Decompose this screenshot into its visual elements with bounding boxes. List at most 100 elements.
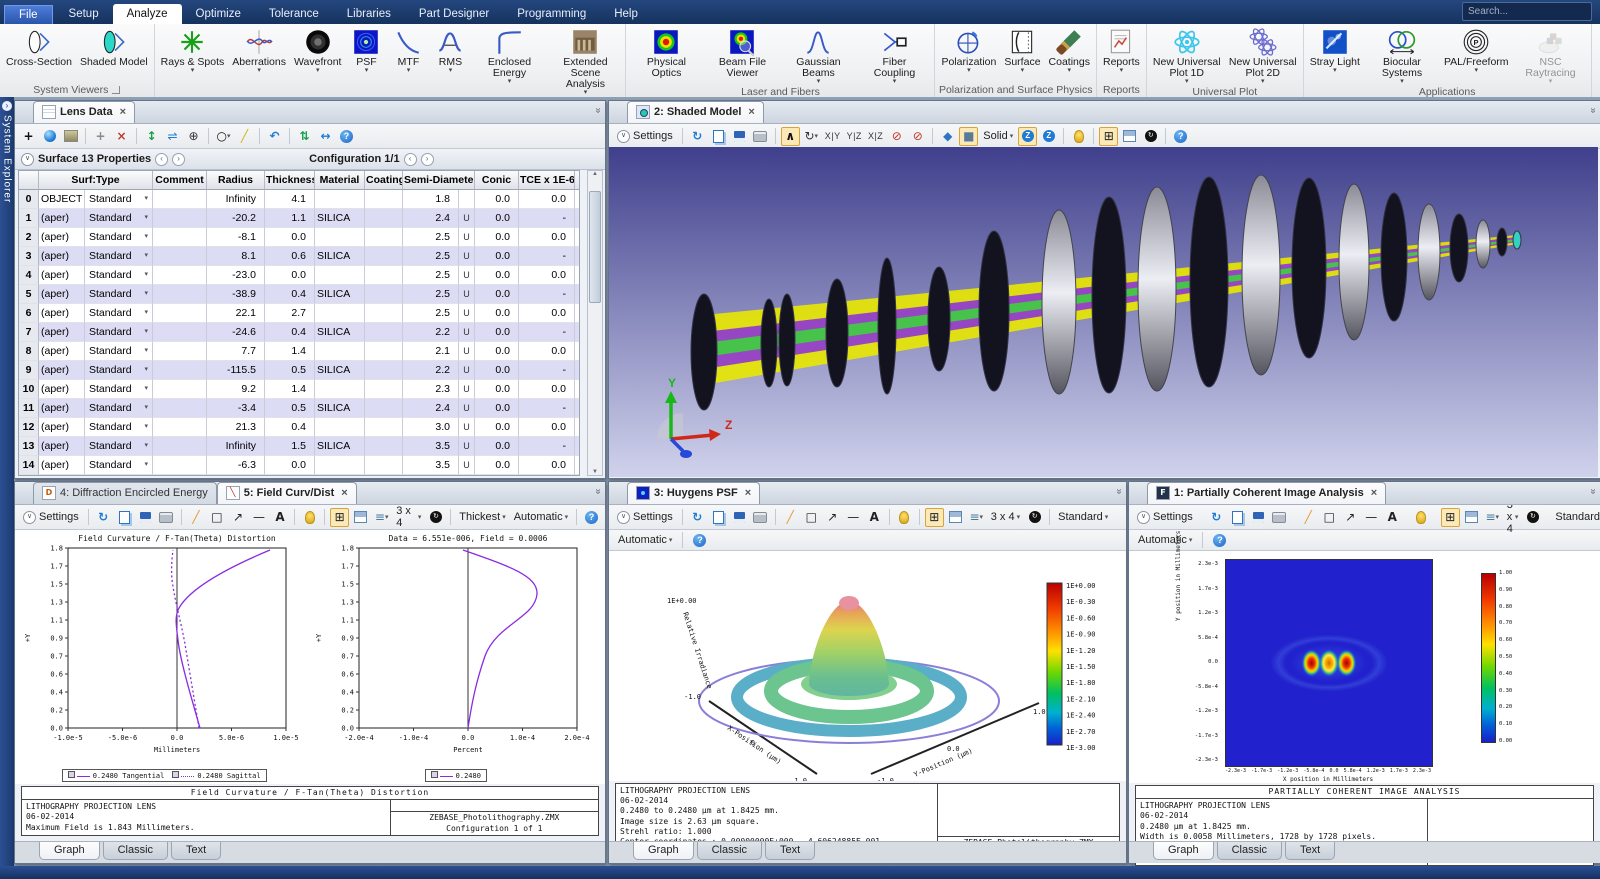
overlay-series-icon[interactable]: ≡ ▾	[1483, 508, 1502, 527]
coating-cell[interactable]	[365, 247, 403, 266]
global-coordinates-icon[interactable]	[40, 127, 59, 146]
rectangle-annotate-icon[interactable]: □	[1320, 508, 1339, 527]
semi-diameter-cell[interactable]: 2.4	[403, 209, 459, 228]
radius-cell[interactable]: 21.3	[207, 418, 265, 437]
close-icon[interactable]: ×	[341, 487, 347, 499]
coating-cell[interactable]	[365, 190, 403, 209]
move-surface-icon[interactable]: +	[19, 127, 38, 146]
conic-cell[interactable]: 0.0	[475, 323, 519, 342]
view-yz-button[interactable]: Y|Z	[845, 130, 864, 142]
surface-type-select[interactable]: Standard ▾	[85, 285, 153, 304]
render-mode-select[interactable]: Solid ▾	[980, 130, 1016, 142]
material-cell[interactable]: SILICA	[315, 399, 365, 418]
ribbon-item-new-universal-plot-2d[interactable]: New Universal Plot 2D ▾	[1225, 26, 1301, 86]
ribbon-item-extended-scene-analysis[interactable]: Extended Scene Analysis ▾	[547, 26, 623, 97]
material-cell[interactable]: SILICA	[315, 247, 365, 266]
surface-name-cell[interactable]: (aper)	[39, 266, 85, 285]
window-grid-icon[interactable]: ⊞	[330, 507, 350, 527]
semi-diameter-flag-cell[interactable]: U	[459, 285, 475, 304]
column-header-material[interactable]: Material	[315, 171, 365, 190]
ribbon-item-pal-freeform[interactable]: P PAL/Freeform ▾	[1440, 26, 1513, 75]
radius-cell[interactable]: Infinity	[207, 437, 265, 456]
insert-surface-icon[interactable]: +	[91, 127, 110, 146]
line-annotate-icon[interactable]: —	[249, 508, 268, 527]
auto-update-icon[interactable]: ↻	[426, 508, 445, 527]
pencil-annotate-icon[interactable]: ╱	[186, 508, 205, 527]
conic-cell[interactable]: 0.0	[475, 304, 519, 323]
lens-data-table[interactable]: Surf:Type Comment Radius Thickness Material C…	[18, 170, 580, 476]
semi-diameter-flag-cell[interactable]	[459, 190, 475, 209]
tab-diffraction-encircled-energy[interactable]: 4: Diffraction Encircled Energy	[33, 482, 217, 504]
view-xy-button[interactable]: X|Y	[823, 130, 843, 142]
rectangle-annotate-icon[interactable]: □	[802, 508, 821, 527]
coating-cell[interactable]	[365, 437, 403, 456]
filler-cell[interactable]	[575, 342, 579, 361]
set-aperture-icon[interactable]: ↕	[142, 127, 161, 146]
close-icon[interactable]: ×	[748, 106, 754, 118]
collapse-panel-icon[interactable]: «	[1114, 489, 1125, 495]
material-cell[interactable]: SILICA	[315, 323, 365, 342]
filler-cell[interactable]	[575, 380, 579, 399]
conic-cell[interactable]: 0.0	[475, 456, 519, 475]
thickness-cell[interactable]: 1.5	[265, 437, 315, 456]
tce-cell[interactable]: 0.0	[519, 380, 575, 399]
surface-name-cell[interactable]: (aper)	[39, 342, 85, 361]
help-icon[interactable]: ?	[337, 127, 356, 146]
window-grid-icon[interactable]: ⊞	[1099, 126, 1119, 146]
surface-type-select[interactable]: Standard ▾	[85, 342, 153, 361]
surface-type-select[interactable]: Standard ▾	[85, 456, 153, 475]
tce-cell[interactable]: -	[519, 399, 575, 418]
coating-cell[interactable]	[365, 361, 403, 380]
thickness-cell[interactable]: 0.5	[265, 361, 315, 380]
aperture-type-icon[interactable]: ○ ▾	[214, 127, 233, 146]
tce-cell[interactable]: 0.0	[519, 304, 575, 323]
thickness-cell[interactable]: 0.0	[265, 456, 315, 475]
row-number[interactable]: 0	[19, 190, 39, 209]
tab-lens-data[interactable]: Lens Data ×	[33, 101, 136, 123]
comment-cell[interactable]	[153, 437, 207, 456]
prev-surface-icon[interactable]: ‹	[155, 152, 169, 166]
row-number[interactable]: 1	[19, 209, 39, 228]
conic-cell[interactable]: 0.0	[475, 247, 519, 266]
next-surface-icon[interactable]: ›	[172, 152, 186, 166]
line-thickness-select[interactable]: Thickest ▾	[456, 511, 508, 523]
semi-diameter-flag-cell[interactable]: U	[459, 266, 475, 285]
collapse-panel-icon[interactable]: «	[1588, 108, 1599, 114]
material-cell[interactable]: SILICA	[315, 361, 365, 380]
ribbon-item-physical-optics[interactable]: Physical Optics	[628, 26, 704, 80]
conic-cell[interactable]: 0.0	[475, 342, 519, 361]
tab-field-curv-dist[interactable]: 5: Field Curv/Dist ×	[216, 482, 357, 504]
surface-name-cell[interactable]: (aper)	[39, 380, 85, 399]
thickness-cell[interactable]: 0.4	[265, 323, 315, 342]
ribbon-item-enclosed-energy[interactable]: Enclosed Energy ▾	[471, 26, 547, 86]
close-icon[interactable]: ×	[1371, 487, 1377, 499]
settings-button[interactable]: ∨ Settings	[19, 510, 83, 525]
material-cell[interactable]: SILICA	[315, 209, 365, 228]
window-grid-icon[interactable]: ⊞	[1440, 507, 1460, 527]
rectangle-annotate-icon[interactable]: □	[207, 508, 226, 527]
tce-cell[interactable]: 0.0	[519, 418, 575, 437]
help-icon[interactable]: ?	[690, 531, 709, 550]
thickness-cell[interactable]: 0.0	[265, 266, 315, 285]
solid-cube-icon[interactable]: ■	[959, 126, 979, 146]
semi-diameter-flag-cell[interactable]: U	[459, 456, 475, 475]
overlay-series-icon[interactable]: ≡ ▾	[372, 508, 391, 527]
semi-diameter-flag-cell[interactable]: U	[459, 228, 475, 247]
comment-cell[interactable]	[153, 285, 207, 304]
save-icon[interactable]	[136, 508, 155, 527]
surface-type-select[interactable]: Standard ▾	[85, 304, 153, 323]
surface-name-cell[interactable]: (aper)	[39, 228, 85, 247]
coating-cell[interactable]	[365, 323, 403, 342]
sketch-tool-icon[interactable]: ╱	[235, 127, 254, 146]
radius-cell[interactable]: -6.3	[207, 456, 265, 475]
filler-cell[interactable]	[575, 209, 579, 228]
tile-windows-icon[interactable]	[351, 508, 370, 527]
help-icon[interactable]: ?	[1210, 531, 1229, 550]
bottom-tab-classic[interactable]: Classic	[1216, 842, 1283, 860]
semi-diameter-flag-cell[interactable]: U	[459, 437, 475, 456]
text-annotate-icon[interactable]: A	[865, 508, 884, 527]
bottom-tab-classic[interactable]: Classic	[102, 842, 169, 860]
conic-cell[interactable]: 0.0	[475, 228, 519, 247]
rows-cols-select[interactable]: 3 x 4 ▾	[988, 511, 1023, 523]
settings-button[interactable]: ∨ Settings	[613, 510, 677, 525]
